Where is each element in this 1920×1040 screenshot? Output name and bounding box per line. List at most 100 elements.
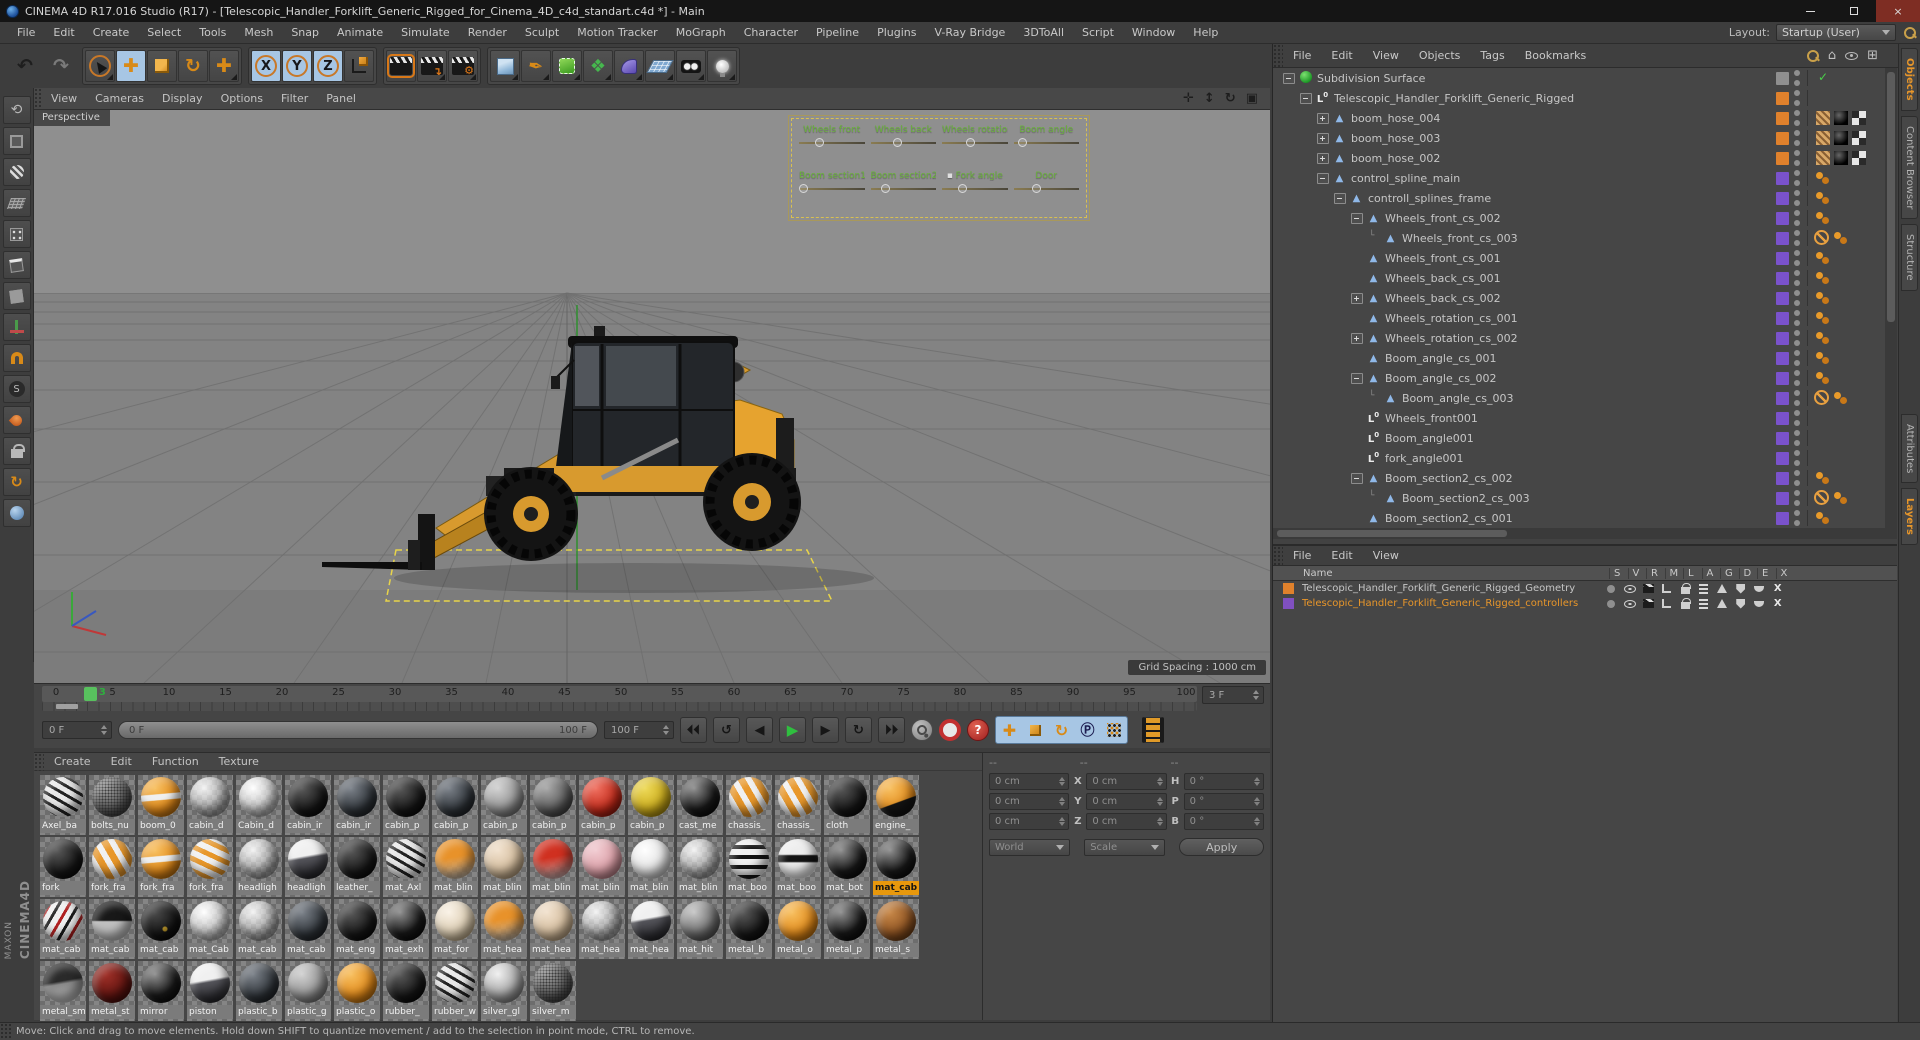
timeline-ruler[interactable]: 0 5 10 15 20 25 30 35 40 45 50 55 60 65 70 75 80 85 90 95 10… xyxy=(42,686,1197,702)
expand-toggle-icon[interactable] xyxy=(1368,491,1380,504)
material-item[interactable]: cabin_p xyxy=(432,775,478,835)
rotation-field[interactable]: 0 ° xyxy=(1183,793,1264,810)
hud-slider[interactable]: Boom section1 xyxy=(796,171,868,193)
dock-tab[interactable]: Structure xyxy=(1901,224,1918,291)
next-frame-button[interactable]: ▶ xyxy=(812,717,839,743)
material-item[interactable]: mat_for xyxy=(432,899,478,959)
camera-object-button[interactable] xyxy=(676,50,706,82)
menu-item[interactable]: V-Ray Bridge xyxy=(925,22,1014,44)
menu-item[interactable]: Render xyxy=(459,22,516,44)
layer-column-header[interactable]: M xyxy=(1664,567,1684,579)
layer-color-chip[interactable] xyxy=(1776,171,1789,185)
hud-slider[interactable]: Wheels front xyxy=(796,125,868,147)
hud-slider-track[interactable] xyxy=(799,184,865,193)
lock-toggle-icon[interactable] xyxy=(1676,597,1695,611)
model-mode-icon[interactable] xyxy=(2,127,31,155)
tree-row[interactable]: Boom_section2_cs_001 xyxy=(1273,508,1885,528)
tree-row[interactable]: Boom_angle001 xyxy=(1273,428,1885,448)
material-item[interactable]: metal_s xyxy=(873,899,919,959)
object-name[interactable]: boom_hose_003 xyxy=(1351,132,1440,145)
lock-x-axis-button[interactable]: X xyxy=(251,50,281,82)
layer-color-chip[interactable] xyxy=(1776,131,1789,145)
expand-toggle-icon[interactable] xyxy=(1351,212,1363,224)
expressions-toggle-icon[interactable] xyxy=(1750,597,1769,611)
material-item[interactable]: mat_cab xyxy=(138,899,184,959)
layer-color-chip[interactable] xyxy=(1776,231,1789,245)
material-item[interactable]: mirror xyxy=(138,961,184,1021)
layout-dropdown[interactable]: Startup (User) xyxy=(1776,24,1896,41)
material-item[interactable]: cloth xyxy=(824,775,870,835)
object-name[interactable]: Wheels_back_cs_002 xyxy=(1385,292,1501,305)
manager-toggle-icon[interactable] xyxy=(1658,597,1677,611)
material-item[interactable]: cabin_ir xyxy=(334,775,380,835)
tree-row[interactable]: Wheels_front_cs_001 xyxy=(1273,248,1885,268)
layer-color-chip[interactable] xyxy=(1283,583,1294,594)
toggle-view-icon[interactable]: ▣ xyxy=(1246,91,1258,106)
deformer-button[interactable] xyxy=(614,50,644,82)
open-timeline-icon[interactable] xyxy=(1142,717,1164,743)
layer-column-header[interactable]: A xyxy=(1701,567,1721,579)
viewport-menu-item[interactable]: Filter xyxy=(272,92,317,105)
expand-toggle-icon[interactable] xyxy=(1351,513,1363,524)
viewport-menu-item[interactable]: Panel xyxy=(317,92,365,105)
material-item[interactable]: rubber_ xyxy=(383,961,429,1021)
menu-item[interactable]: Sculpt xyxy=(516,22,568,44)
material-item[interactable]: bolts_nu xyxy=(89,775,135,835)
paint-tool-icon[interactable] xyxy=(2,406,31,434)
texture-mode-icon[interactable] xyxy=(2,158,31,186)
tree-row[interactable]: Boom_section2_cs_003 xyxy=(1273,488,1885,508)
object-tags[interactable] xyxy=(1807,370,1885,386)
drag-grip[interactable] xyxy=(1273,43,1283,68)
make-editable-icon[interactable]: ⟲ xyxy=(2,96,31,124)
visibility-dots-icon[interactable] xyxy=(1793,170,1801,186)
visibility-dots-icon[interactable] xyxy=(1793,410,1801,426)
expand-toggle-icon[interactable] xyxy=(1368,391,1380,404)
layer-column-header[interactable]: S xyxy=(1609,567,1628,579)
drag-grip[interactable] xyxy=(34,87,42,110)
rotate-workplane-icon[interactable]: ↻ xyxy=(2,468,31,496)
material-item[interactable]: mat_blin xyxy=(481,837,527,897)
layer-color-chip[interactable] xyxy=(1776,271,1789,285)
layer-color-chip[interactable] xyxy=(1776,71,1789,85)
expand-toggle-icon[interactable] xyxy=(1351,253,1363,264)
loop-playback-button[interactable]: ↻ xyxy=(845,717,872,743)
material-item[interactable]: engine_ xyxy=(873,775,919,835)
menu-item[interactable]: Window xyxy=(1123,22,1184,44)
menu-item[interactable]: Simulate xyxy=(392,22,459,44)
material-item[interactable]: plastic_g xyxy=(285,961,331,1021)
layer-color-chip[interactable] xyxy=(1776,411,1789,425)
tree-row[interactable]: Subdivision Surface xyxy=(1273,68,1885,88)
hud-slider[interactable]: Fork angle xyxy=(939,171,1011,193)
object-name[interactable]: Boom_section2_cs_001 xyxy=(1385,512,1513,525)
material-item[interactable]: Cabin_d xyxy=(236,775,282,835)
view-toggle-icon[interactable] xyxy=(1621,582,1640,596)
preview-range-marker[interactable] xyxy=(56,704,78,709)
visibility-dots-icon[interactable] xyxy=(1793,270,1801,286)
expand-toggle-icon[interactable] xyxy=(1283,72,1295,84)
render-toggle-icon[interactable] xyxy=(1639,597,1658,611)
object-manager-menu-item[interactable]: Objects xyxy=(1409,49,1471,62)
layer-color-chip[interactable] xyxy=(1776,451,1789,465)
coordinate-space-dropdown[interactable]: World xyxy=(989,838,1071,856)
material-item[interactable]: fork xyxy=(40,837,86,897)
floor-object-button[interactable] xyxy=(645,50,675,82)
visibility-dots-icon[interactable] xyxy=(1793,230,1801,246)
expand-toggle-icon[interactable] xyxy=(1300,92,1312,104)
menu-item[interactable]: Script xyxy=(1073,22,1123,44)
hud-slider-handle[interactable] xyxy=(799,184,808,193)
size-field[interactable]: 0 cm xyxy=(1086,773,1167,790)
timeline-tick-strip[interactable] xyxy=(42,702,1197,711)
object-manager-hscrollbar[interactable] xyxy=(1273,528,1885,539)
menu-item[interactable]: Motion Tracker xyxy=(568,22,666,44)
visibility-dots-icon[interactable] xyxy=(1793,450,1801,466)
object-tags[interactable] xyxy=(1807,510,1885,526)
hud-slider-track[interactable] xyxy=(942,184,1008,193)
menu-item[interactable]: Edit xyxy=(44,22,83,44)
material-item[interactable]: metal_sm xyxy=(40,961,86,1021)
position-field[interactable]: 0 cm xyxy=(989,773,1070,790)
object-name[interactable]: Wheels_front_cs_003 xyxy=(1402,232,1518,245)
material-item[interactable]: mat_blin xyxy=(677,837,723,897)
visibility-dots-icon[interactable] xyxy=(1793,470,1801,486)
hud-slider[interactable]: Boom angle xyxy=(1011,125,1083,147)
layer-color-chip[interactable] xyxy=(1776,211,1789,225)
